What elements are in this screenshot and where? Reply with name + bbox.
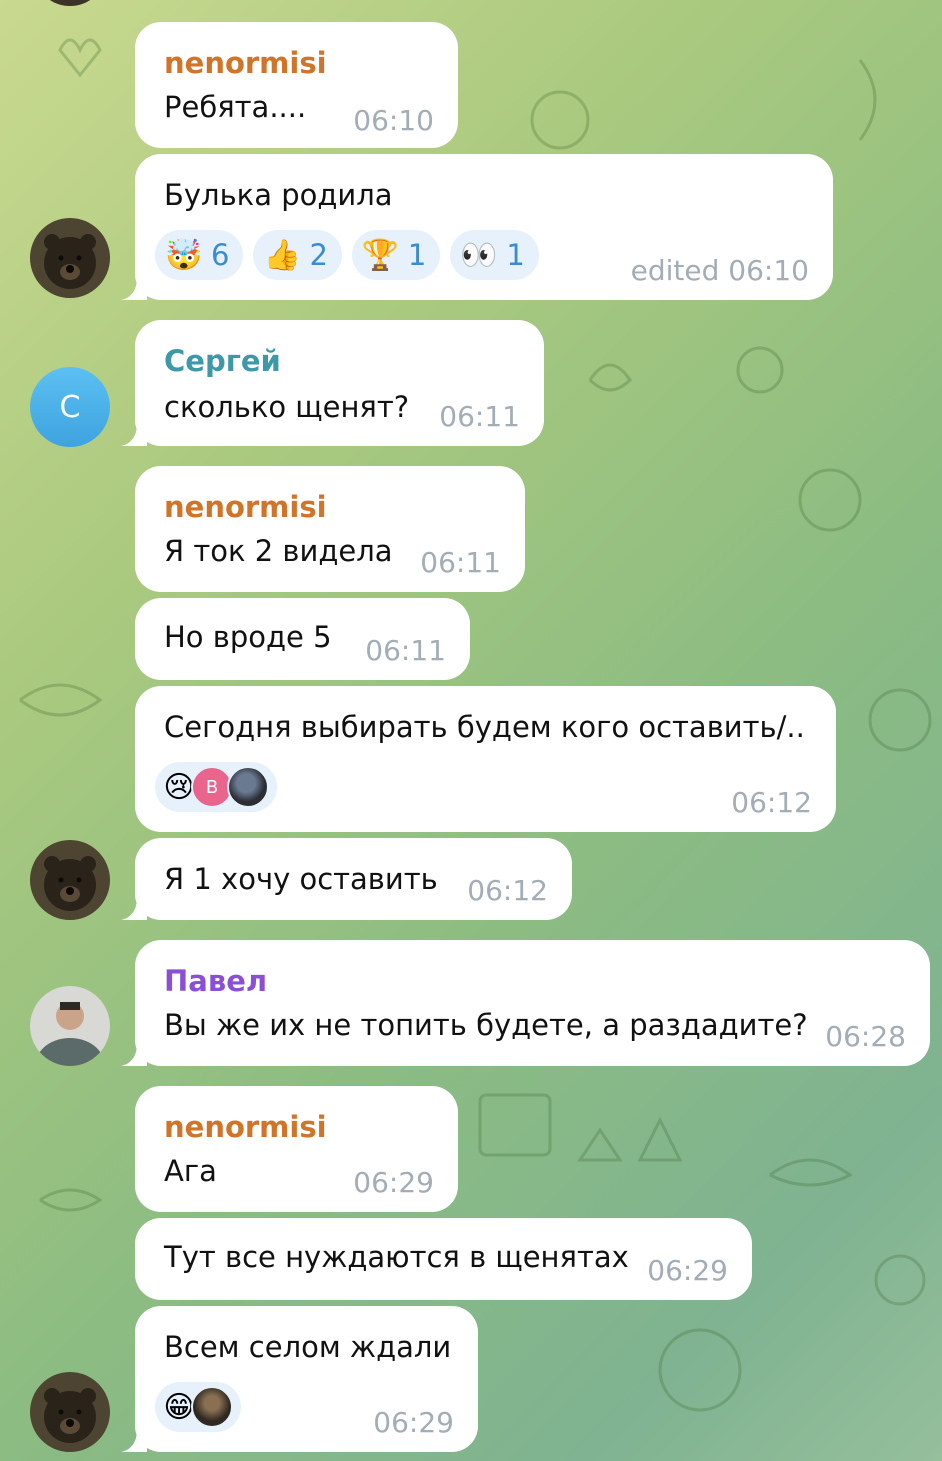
avatar-bear[interactable] (30, 1372, 110, 1452)
message-text: Я 1 хочу оставить (164, 862, 438, 896)
sender-name: Павел (164, 964, 268, 998)
message-bubble[interactable]: Сергей сколько щенят? 06:11 (135, 320, 544, 446)
reaction-count: 2 (309, 238, 328, 272)
message-bubble[interactable]: Всем селом ждали 😁 06:29 (135, 1306, 478, 1452)
trophy-emoji-icon: 🏆 (361, 237, 400, 273)
message-bubble[interactable]: nenormisi Ага 06:29 (135, 1086, 458, 1212)
bear-photo-icon (30, 840, 110, 920)
reactor-avatar (191, 1386, 233, 1428)
message-time: 06:28 (825, 1020, 906, 1053)
message-time: 06:10 (353, 104, 434, 137)
message-bubble[interactable]: Тут все нуждаются в щенятах 06:29 (135, 1218, 752, 1300)
message-bubble[interactable]: nenormisi Я ток 2 видела 06:11 (135, 466, 525, 592)
thumbs-up-emoji-icon: 👍 (263, 237, 301, 273)
message-time: edited 06:10 (630, 254, 809, 287)
reaction-count: 1 (407, 238, 427, 272)
avatar-sergey[interactable]: С (30, 367, 110, 447)
bear-photo-icon (30, 218, 110, 298)
message-bubble[interactable]: Сегодня выбирать будем кого оставить/.. … (135, 686, 836, 832)
reaction-eyes[interactable]: 👀 1 (450, 230, 539, 280)
message-text: Всем селом ждали (164, 1330, 452, 1364)
message-bubble[interactable]: Но вроде 5 06:11 (135, 598, 470, 680)
message-time: 06:29 (647, 1254, 728, 1287)
message-text: Ребята.... (164, 90, 307, 124)
reaction-crying[interactable]: 😢 В (155, 762, 277, 812)
avatar-bear[interactable] (30, 840, 110, 920)
reactor-avatar (227, 766, 269, 808)
message-text: Тут все нуждаются в щенятах (164, 1240, 629, 1274)
sender-name: nenormisi (164, 1110, 327, 1144)
reaction-count: 6 (211, 238, 230, 272)
reaction-count: 1 (506, 238, 525, 272)
message-time: 06:12 (467, 874, 548, 907)
message-text: Но вроде 5 (164, 620, 332, 654)
avatar-bear[interactable] (30, 218, 110, 298)
message-text: Сегодня выбирать будем кого оставить/.. (164, 710, 805, 744)
message-text: Булька родила (164, 178, 393, 212)
message-text: Вы же их не топить будете, а раздадите? (164, 1008, 808, 1042)
person-photo-icon (30, 986, 110, 1066)
reactions-row: 😁 (155, 1382, 241, 1432)
reactions-row: 🤯 6 👍 2 🏆 1 👀 1 (155, 230, 539, 280)
reaction-exploding-head[interactable]: 🤯 6 (155, 230, 244, 280)
bear-photo-icon (30, 1372, 110, 1452)
sender-name: Сергей (164, 344, 281, 378)
avatar-letter: С (59, 389, 81, 425)
reaction-trophy[interactable]: 🏆 1 (351, 230, 441, 280)
message-bubble[interactable]: Булька родила 🤯 6 👍 2 🏆 1 👀 1 edited 06:10 (135, 154, 833, 300)
reactions-row: 😢 В (155, 762, 277, 812)
eyes-emoji-icon: 👀 (460, 237, 498, 273)
message-time: 06:11 (365, 634, 446, 667)
message-bubble[interactable]: Я 1 хочу оставить 06:12 (135, 838, 572, 920)
exploding-head-emoji-icon: 🤯 (165, 237, 203, 273)
reaction-grinning[interactable]: 😁 (155, 1382, 241, 1432)
sender-name: nenormisi (164, 46, 327, 80)
avatar-pavel[interactable] (30, 986, 110, 1066)
reaction-thumbs-up[interactable]: 👍 2 (253, 230, 342, 280)
message-bubble[interactable]: Павел Вы же их не топить будете, а разда… (135, 940, 930, 1066)
message-bubble[interactable]: nenormisi Ребята.... 06:10 (135, 22, 458, 148)
message-time: 06:11 (420, 546, 501, 579)
message-time: 06:29 (373, 1406, 454, 1439)
message-time: 06:11 (439, 400, 520, 433)
message-text: Я ток 2 видела (164, 534, 393, 568)
message-text: Ага (164, 1154, 217, 1188)
message-text: сколько щенят? (164, 390, 410, 424)
avatar[interactable] (40, 0, 100, 6)
message-time: 06:12 (731, 786, 812, 819)
sender-name: nenormisi (164, 490, 327, 524)
message-time: 06:29 (353, 1166, 434, 1199)
